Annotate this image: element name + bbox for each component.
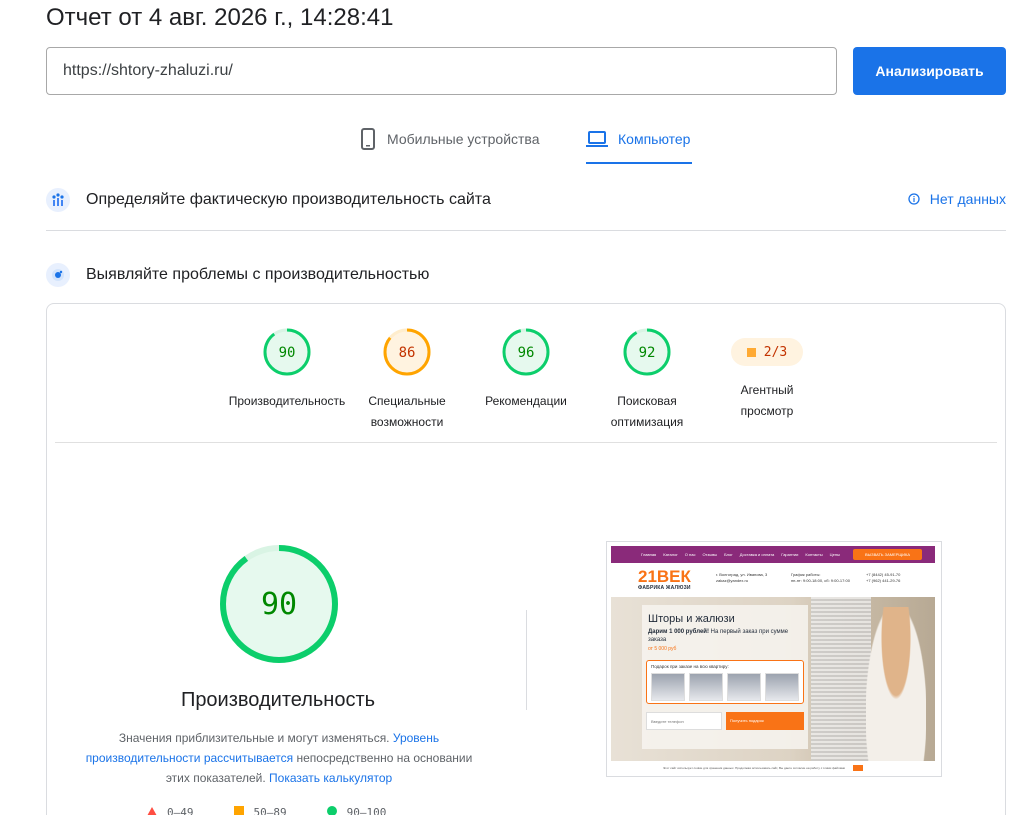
square-icon <box>233 806 244 815</box>
gauge-best-practices[interactable]: 96 Рекомендации <box>461 327 591 412</box>
lab-data-title: Выявляйте проблемы с производительностью <box>86 266 430 283</box>
gift-box: Подарок при заказе на всю квартиру: <box>646 660 804 704</box>
lab-data-icon <box>46 263 70 287</box>
performance-score-gauge: 90 <box>220 545 338 663</box>
hero-card: Шторы и жалюзи Дарим 1 000 рублей! На пе… <box>642 605 808 749</box>
performance-score-value: 90 <box>261 587 297 622</box>
shot-phone-input: Введите телефон <box>646 712 722 730</box>
lab-results-card: 90 Производительность 86 Специальные воз… <box>46 303 1006 815</box>
score-value: 96 <box>518 345 535 361</box>
card-divider <box>55 442 997 443</box>
triangle-icon <box>147 807 157 815</box>
performance-description: Значения приблизительные и могут изменят… <box>79 728 479 788</box>
analyze-button[interactable]: Анализировать <box>853 47 1006 95</box>
tab-mobile[interactable]: Мобильные устройства <box>359 118 540 160</box>
score-legend: 0–49 50–89 90–100 <box>147 806 386 815</box>
device-tabs: Мобильные устройства Компьютер <box>0 118 1029 164</box>
gift-item <box>765 673 799 701</box>
score-ring: 92 <box>623 328 671 376</box>
gift-item <box>727 673 761 701</box>
url-input[interactable] <box>46 47 837 95</box>
score-ring: 90 <box>263 328 311 376</box>
shot-phones: +7 (8442) 45-91-70 +7 (962) 441-29-76 <box>866 572 901 583</box>
score-ring: 86 <box>383 328 431 376</box>
average-square-icon <box>746 347 756 357</box>
page-screenshot[interactable]: Главная Каталог О нас Отзывы Блог Достав… <box>606 541 942 777</box>
no-data-label: Нет данных <box>929 191 1006 207</box>
shot-cookie-bar: Этот сайт использует cookie для хранения… <box>611 761 935 773</box>
legend-fail: 0–49 <box>147 806 194 815</box>
category-gauges: 90 Производительность 86 Специальные воз… <box>47 304 1005 444</box>
desc-text-1: Значения приблизительные и могут изменят… <box>118 731 390 745</box>
field-data-title: Определяйте фактическую производительнос… <box>86 191 491 208</box>
gauge-seo[interactable]: 92 Поисковая оптимизация <box>582 327 712 433</box>
laptop-icon <box>586 131 608 147</box>
site-logo: 21ВЕК ФАБРИКА ЖАЛЮЗИ <box>638 567 691 591</box>
tab-mobile-label: Мобильные устройства <box>387 131 540 147</box>
score-ring: 96 <box>502 328 550 376</box>
legend-average: 50–89 <box>233 806 287 815</box>
section-divider <box>46 230 1006 231</box>
gauge-label: Производительность <box>228 394 346 408</box>
shot-hours: График работы: пн-пт: 9:00-18:00, сб: 9:0… <box>791 572 850 583</box>
gauge-label: Поисковая оптимизация <box>610 394 684 429</box>
blinds-photo <box>811 597 871 761</box>
tab-desktop-label: Компьютер <box>618 131 691 147</box>
gift-item <box>689 673 723 701</box>
circle-icon <box>326 806 337 815</box>
agentic-score-value: 2/3 <box>763 344 788 360</box>
smartphone-icon <box>361 128 375 150</box>
agentic-score-pill: 2/3 <box>731 338 803 366</box>
gift-item <box>651 673 685 701</box>
shot-nav: Главная Каталог О нас Отзывы Блог Достав… <box>611 546 935 563</box>
performance-title: Производительность <box>180 689 376 711</box>
score-value: 90 <box>279 345 296 361</box>
shot-hero: Шторы и жалюзи Дарим 1 000 рублей! На пе… <box>611 597 935 761</box>
gauge-label: Агентный просмотр <box>740 383 794 418</box>
gauge-label: Рекомендации <box>485 394 567 408</box>
gauge-agentic-browsing[interactable]: 2/3 Агентный просмотр <box>702 327 832 422</box>
report-title: Отчет от 4 авг. 2026 г., 14:28:41 <box>46 4 394 31</box>
no-data-link[interactable]: Нет данных <box>908 191 1006 207</box>
gauge-accessibility[interactable]: 86 Специальные возможности <box>342 327 472 433</box>
gauge-label: Специальные возможности <box>368 394 446 429</box>
gauge-performance[interactable]: 90 Производительность <box>222 327 352 412</box>
shot-address: г. Волгоград, ул. Иванова, 3 zakaz@yandex… <box>716 572 768 583</box>
score-value: 92 <box>639 345 656 361</box>
score-value: 86 <box>399 345 416 361</box>
field-data-section: Определяйте фактическую производительнос… <box>46 186 1006 214</box>
legend-pass: 90–100 <box>326 806 386 815</box>
vertical-divider <box>526 610 527 710</box>
tab-desktop[interactable]: Компьютер <box>586 118 693 164</box>
lab-data-section: Выявляйте проблемы с производительностью <box>46 261 1006 289</box>
field-data-icon <box>46 188 70 212</box>
info-icon <box>908 193 920 205</box>
woman-photo <box>866 607 926 761</box>
shot-header: 21ВЕК ФАБРИКА ЖАЛЮЗИ г. Волгоград, ул. Ив… <box>611 563 935 597</box>
show-calculator-link[interactable]: Показать калькулятор <box>269 771 392 785</box>
shot-cta: Получить подарок <box>726 712 804 730</box>
